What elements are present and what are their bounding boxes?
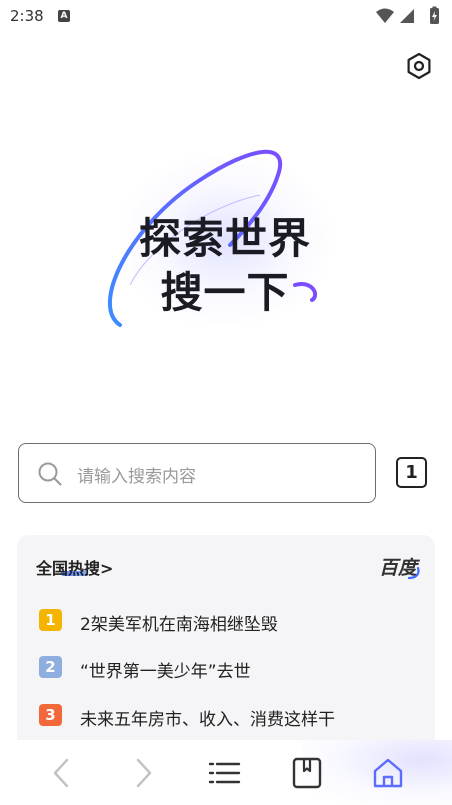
bookmark-icon[interactable] xyxy=(289,755,325,791)
brand-arc-icon xyxy=(407,566,420,580)
hot-search-panel: 全国热搜> 百度 1 2架美军机在南海相继坠毁 2 “世界第一美少年”去世 3 … xyxy=(17,535,435,755)
rank-badge: 3 xyxy=(39,704,62,726)
forward-chevron-icon[interactable] xyxy=(125,755,161,791)
menu-icon[interactable] xyxy=(206,755,242,791)
hero-title-line2: 搜一下 xyxy=(160,268,290,317)
hot-item-text: “世界第一美少年”去世 xyxy=(80,662,251,682)
rank-badge: 1 xyxy=(39,609,62,631)
back-chevron-icon[interactable] xyxy=(44,755,80,791)
home-icon[interactable] xyxy=(370,755,406,791)
battery-charging-icon xyxy=(430,6,439,24)
signal-icon xyxy=(400,9,414,23)
tab-count-button[interactable]: 1 xyxy=(396,457,427,488)
bottom-nav xyxy=(0,740,452,805)
status-icons xyxy=(376,6,439,24)
search-icon xyxy=(38,462,62,486)
status-time: 2:38 xyxy=(10,7,44,25)
hero-logo: 探索世界 搜一下 xyxy=(90,135,360,345)
search-placeholder: 请输入搜索内容 xyxy=(77,467,196,487)
status-bar: 2:38 A xyxy=(0,0,452,32)
hot-search-header-link[interactable]: 全国热搜> xyxy=(36,555,113,579)
search-input[interactable]: 请输入搜索内容 xyxy=(18,443,376,503)
rank-badge: 2 xyxy=(39,656,62,678)
hot-item-text: 未来五年房市、收入、消费这样干 xyxy=(80,710,335,730)
hero-title-line1: 探索世界 xyxy=(138,214,311,263)
hot-item-text: 2架美军机在南海相继坠毁 xyxy=(80,615,278,635)
notification-icon: A xyxy=(58,10,70,22)
wifi-icon xyxy=(376,8,394,23)
settings-hexagon-icon[interactable] xyxy=(404,51,434,81)
